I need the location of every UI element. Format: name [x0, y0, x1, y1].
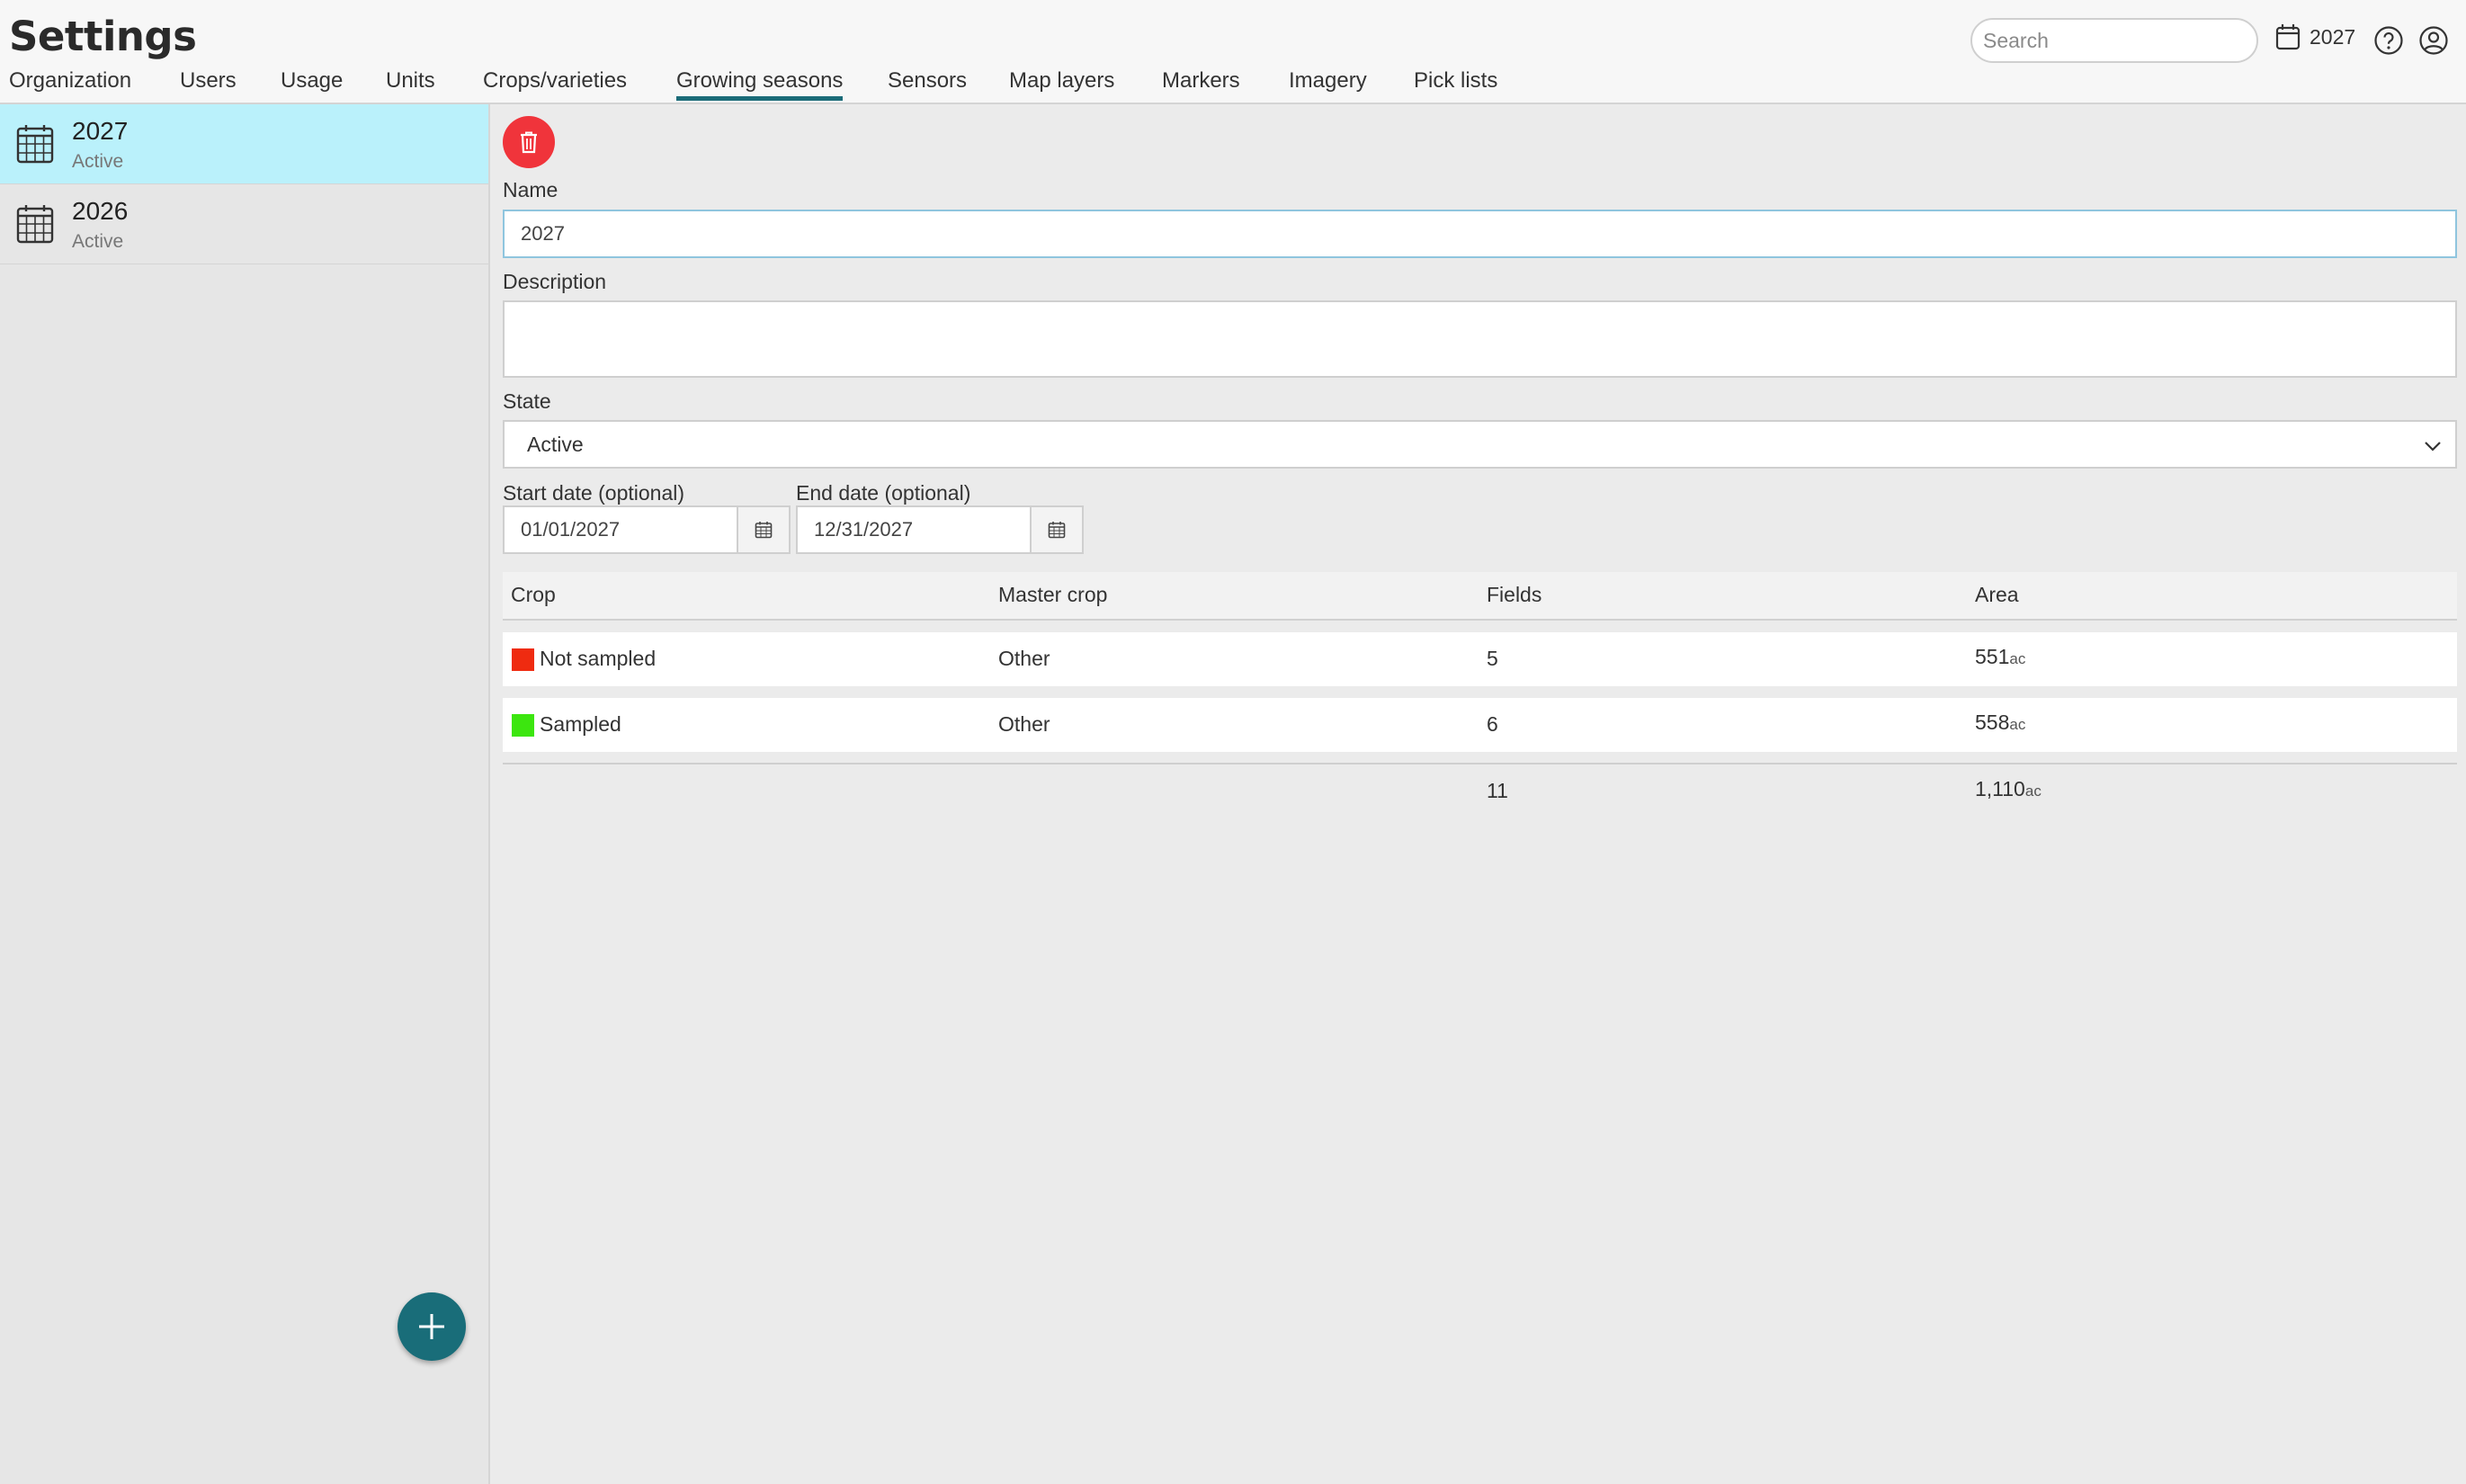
field-count: 6	[1487, 712, 1498, 736]
area-value: 558	[1975, 711, 2010, 734]
season-list: 2027 Active 2026 Active	[0, 104, 490, 1484]
column-header-area[interactable]: Area	[1975, 583, 2019, 607]
tab-markers[interactable]: Markers	[1162, 68, 1240, 94]
end-date-picker-button[interactable]	[1030, 505, 1084, 554]
trash-icon	[518, 130, 540, 154]
crop-color-swatch	[512, 648, 534, 671]
column-header-crop[interactable]: Crop	[511, 583, 556, 607]
crop-name: Sampled	[540, 712, 621, 736]
field-count: 5	[1487, 647, 1498, 670]
help-icon[interactable]	[2373, 25, 2404, 56]
calendar-icon	[755, 521, 773, 539]
area-unit: ac	[2009, 650, 2026, 667]
calendar-icon	[16, 204, 54, 244]
calendar-icon	[2275, 23, 2301, 50]
start-date-field[interactable]	[503, 505, 738, 554]
tab-users[interactable]: Users	[180, 68, 237, 94]
table-row[interactable]: Not sampled Other 5 551ac	[503, 632, 2457, 686]
add-season-button[interactable]	[398, 1292, 466, 1361]
top-header: Settings Organization Users Usage Units …	[0, 0, 2466, 104]
area-value: 551	[1975, 645, 2010, 668]
tab-pick-lists[interactable]: Pick lists	[1414, 68, 1497, 94]
tab-growing-seasons[interactable]: Growing seasons	[676, 68, 844, 101]
delete-season-button[interactable]	[503, 116, 555, 168]
page-title: Settings	[9, 13, 197, 60]
crop-table-header: Crop Master crop Fields Area	[503, 572, 2457, 621]
season-item-2026[interactable]: 2026 Active	[0, 184, 488, 264]
season-name: 2027	[72, 117, 129, 145]
table-row[interactable]: Sampled Other 6 558ac	[503, 698, 2457, 752]
crop-color-swatch	[512, 714, 534, 737]
season-selector[interactable]: 2027	[2275, 23, 2355, 50]
start-date-picker-button[interactable]	[737, 505, 791, 554]
current-season-label: 2027	[2310, 24, 2356, 49]
plus-icon	[416, 1311, 447, 1342]
tab-units[interactable]: Units	[386, 68, 435, 94]
total-fields: 11	[1487, 779, 1508, 802]
crop-area: 551ac	[1975, 645, 2025, 669]
search-input[interactable]	[1970, 18, 2258, 63]
name-field[interactable]	[503, 210, 2457, 258]
name-label: Name	[503, 178, 558, 201]
end-date-label: End date (optional)	[796, 481, 971, 505]
user-icon[interactable]	[2418, 25, 2449, 56]
season-status: Active	[72, 231, 124, 252]
season-status: Active	[72, 151, 124, 172]
state-select[interactable]: Active	[503, 420, 2457, 469]
total-area-unit: ac	[2024, 782, 2042, 800]
crop-name: Not sampled	[540, 647, 657, 670]
description-label: Description	[503, 270, 607, 293]
season-name: 2026	[72, 197, 129, 225]
column-header-fields[interactable]: Fields	[1487, 583, 1541, 607]
total-area: 1,110ac	[1975, 777, 2042, 801]
description-field[interactable]	[503, 300, 2457, 378]
totals-divider	[503, 763, 2457, 764]
master-crop: Other	[998, 647, 1050, 670]
master-crop: Other	[998, 712, 1050, 736]
calendar-icon	[1048, 521, 1066, 539]
crop-area: 558ac	[1975, 711, 2025, 735]
season-item-2027[interactable]: 2027 Active	[0, 104, 488, 184]
end-date-field[interactable]	[796, 505, 1032, 554]
column-header-master-crop[interactable]: Master crop	[998, 583, 1107, 607]
tab-imagery[interactable]: Imagery	[1289, 68, 1367, 94]
state-label: State	[503, 389, 551, 413]
calendar-icon	[16, 124, 54, 164]
total-area-value: 1,110	[1975, 777, 2025, 800]
tab-map-layers[interactable]: Map layers	[1009, 68, 1114, 94]
state-value: Active	[527, 432, 584, 456]
start-date-label: Start date (optional)	[503, 481, 685, 505]
tab-usage[interactable]: Usage	[281, 68, 343, 94]
tab-organization[interactable]: Organization	[9, 68, 131, 94]
chevron-down-icon	[2423, 436, 2443, 456]
tab-crops-varieties[interactable]: Crops/varieties	[483, 68, 627, 94]
area-unit: ac	[2009, 716, 2026, 733]
tab-sensors[interactable]: Sensors	[888, 68, 967, 94]
